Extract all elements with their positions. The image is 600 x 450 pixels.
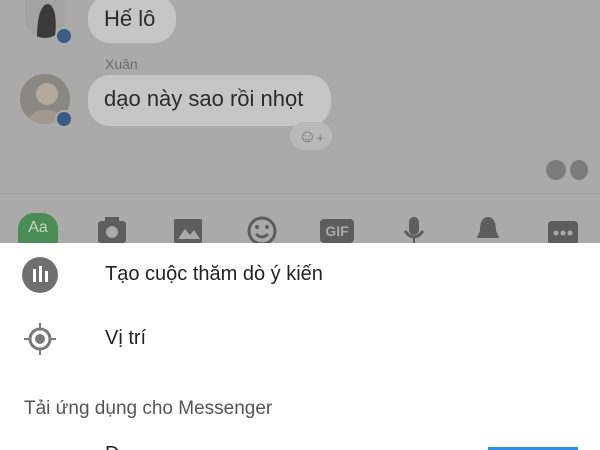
chat-area: Hế lô Xuân dạo này sao rồi nhọt ☺+ Aa GI… xyxy=(0,0,600,246)
image-icon[interactable] xyxy=(172,211,204,243)
location-icon xyxy=(22,321,58,357)
sender-name: Xuân xyxy=(105,56,138,72)
microphone-icon[interactable] xyxy=(398,211,430,243)
divider xyxy=(0,193,600,194)
menu-item-label: Tạo cuộc thăm dò ý kiến xyxy=(105,263,323,285)
messenger-badge-icon xyxy=(55,110,73,128)
section-title: Tải ứng dụng cho Messenger xyxy=(24,398,273,419)
seen-avatar xyxy=(546,160,566,180)
menu-item-poll[interactable]: Tạo cuộc thăm dò ý kiến xyxy=(0,243,600,307)
menu-item-location[interactable]: Vị trí xyxy=(0,307,600,371)
gif-icon[interactable]: GIF xyxy=(320,211,354,243)
text-aa-icon[interactable]: Aa xyxy=(18,213,58,243)
aa-label: Aa xyxy=(28,219,48,236)
gif-label: GIF xyxy=(325,223,349,239)
camera-icon[interactable] xyxy=(96,211,128,243)
poll-icon xyxy=(22,257,58,293)
menu-item-label: Vị trí xyxy=(105,327,147,349)
message-text: Hế lô xyxy=(104,6,156,31)
action-sheet: Tạo cuộc thăm dò ý kiến Vị trí Tải ứng d… xyxy=(0,243,600,450)
add-reaction-icon[interactable]: ☺+ xyxy=(290,122,332,150)
more-icon[interactable] xyxy=(548,211,580,245)
message-bubble[interactable]: Hế lô xyxy=(88,0,176,43)
message-text: dạo này sao rồi nhọt xyxy=(104,86,304,111)
seen-avatar xyxy=(570,160,588,180)
partial-app-item[interactable]: D xyxy=(105,443,119,450)
composer-toolbar: Aa GIF xyxy=(0,205,600,246)
bell-icon[interactable] xyxy=(472,211,504,243)
emoji-icon[interactable] xyxy=(246,211,278,246)
messenger-badge-icon xyxy=(55,27,73,45)
message-bubble[interactable]: dạo này sao rồi nhọt xyxy=(88,75,331,126)
